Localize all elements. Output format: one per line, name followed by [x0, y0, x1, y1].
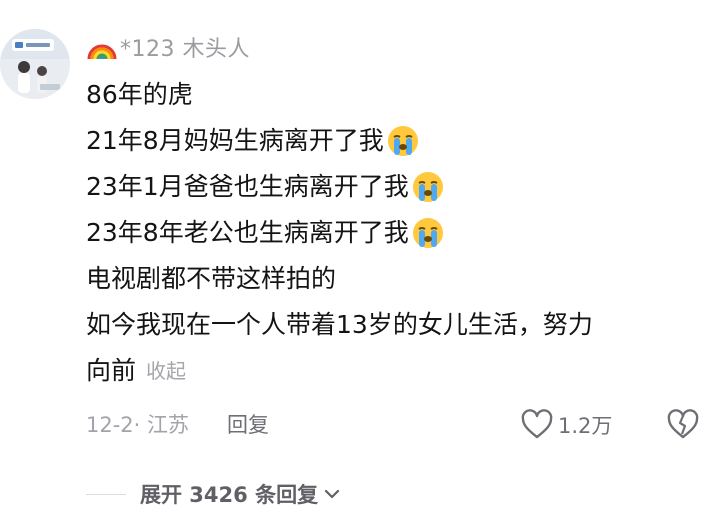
avatar[interactable]	[0, 29, 70, 99]
heart-icon	[521, 409, 553, 439]
comment-line: 23年1月爸爸也生病离开了我	[86, 164, 701, 210]
chevron-down-icon	[324, 489, 340, 499]
comment-line: 21年8月妈妈生病离开了我	[86, 118, 701, 164]
expand-replies-button[interactable]: 展开 3426 条回复	[86, 474, 342, 514]
like-count: 1.2万	[558, 414, 613, 438]
comment-line: 电视剧都不带这样拍的	[86, 264, 337, 293]
comment-line: 如今我现在一个人带着13岁的女儿生活，努力	[86, 310, 593, 339]
rainbow-icon	[87, 44, 117, 60]
comment-body: 86年的虎 21年8月妈妈生病离开了我 23年1月爸爸也生病离开了我 23年8年…	[86, 72, 701, 394]
comment-author[interactable]: *123 木头人	[86, 31, 250, 63]
comment-line: 86年的虎	[86, 80, 193, 109]
comment-meta: 12-2· 江苏 回复	[86, 404, 715, 444]
collapse-button[interactable]: 收起	[146, 348, 186, 394]
loudly-crying-face-icon	[387, 126, 418, 156]
divider	[86, 493, 126, 495]
loudly-crying-face-icon	[412, 218, 443, 248]
loudly-crying-face-icon	[412, 172, 443, 202]
broken-heart-icon[interactable]	[666, 408, 700, 442]
date-location: 12-2· 江苏	[86, 413, 190, 437]
username: *123 木头人	[120, 37, 250, 62]
reply-button[interactable]: 回复	[227, 409, 269, 439]
like-button[interactable]: 1.2万	[520, 405, 612, 445]
comment-line: 23年8年老公也生病离开了我	[86, 210, 701, 256]
comment-line: 向前 收起	[86, 348, 701, 394]
expand-replies-label: 展开 3426 条回复	[140, 483, 319, 507]
